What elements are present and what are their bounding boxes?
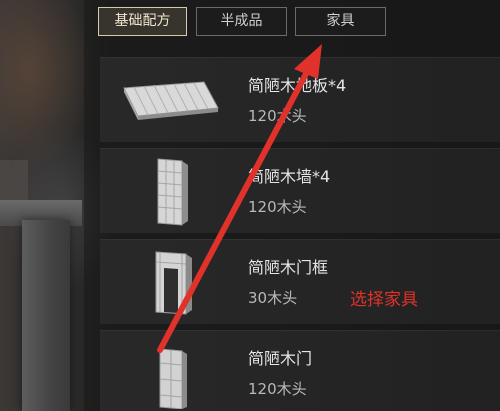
annotation-select-furniture: 选择家具: [350, 290, 418, 310]
recipe-card-wood-door[interactable]: 简陋木门 120木头: [100, 330, 500, 411]
recipe-cost: 120木头: [248, 198, 307, 216]
wood-wall-icon: [157, 158, 188, 226]
crafting-screen: 基础配方 半成品 家具 简陋木地板*4 120木头 简陋木墙*4 120木头 简…: [0, 0, 500, 411]
wood-doorframe-icon: [155, 251, 192, 315]
tab-semi-finished[interactable]: 半成品: [196, 7, 287, 36]
wood-floor-icon: [123, 81, 219, 120]
recipe-card-wood-doorframe[interactable]: 简陋木门框 30木头: [100, 239, 500, 324]
recipe-cost: 120木头: [248, 107, 307, 125]
recipe-card-wood-floor[interactable]: 简陋木地板*4 120木头: [100, 57, 500, 142]
recipe-cost: 120木头: [248, 380, 307, 398]
tab-furniture[interactable]: 家具: [295, 7, 386, 36]
recipe-name: 简陋木门框: [248, 258, 329, 277]
recipe-name: 简陋木墙*4: [248, 167, 331, 186]
background-crate: [0, 160, 28, 200]
recipe-name: 简陋木地板*4: [248, 76, 347, 95]
recipe-card-wood-wall[interactable]: 简陋木墙*4 120木头: [100, 148, 500, 233]
tab-basic-recipes[interactable]: 基础配方: [98, 7, 187, 36]
recipe-name: 简陋木门: [248, 349, 313, 368]
recipe-cost: 30木头: [248, 289, 298, 307]
background-pillar: [22, 220, 70, 411]
wood-door-icon: [159, 348, 187, 409]
